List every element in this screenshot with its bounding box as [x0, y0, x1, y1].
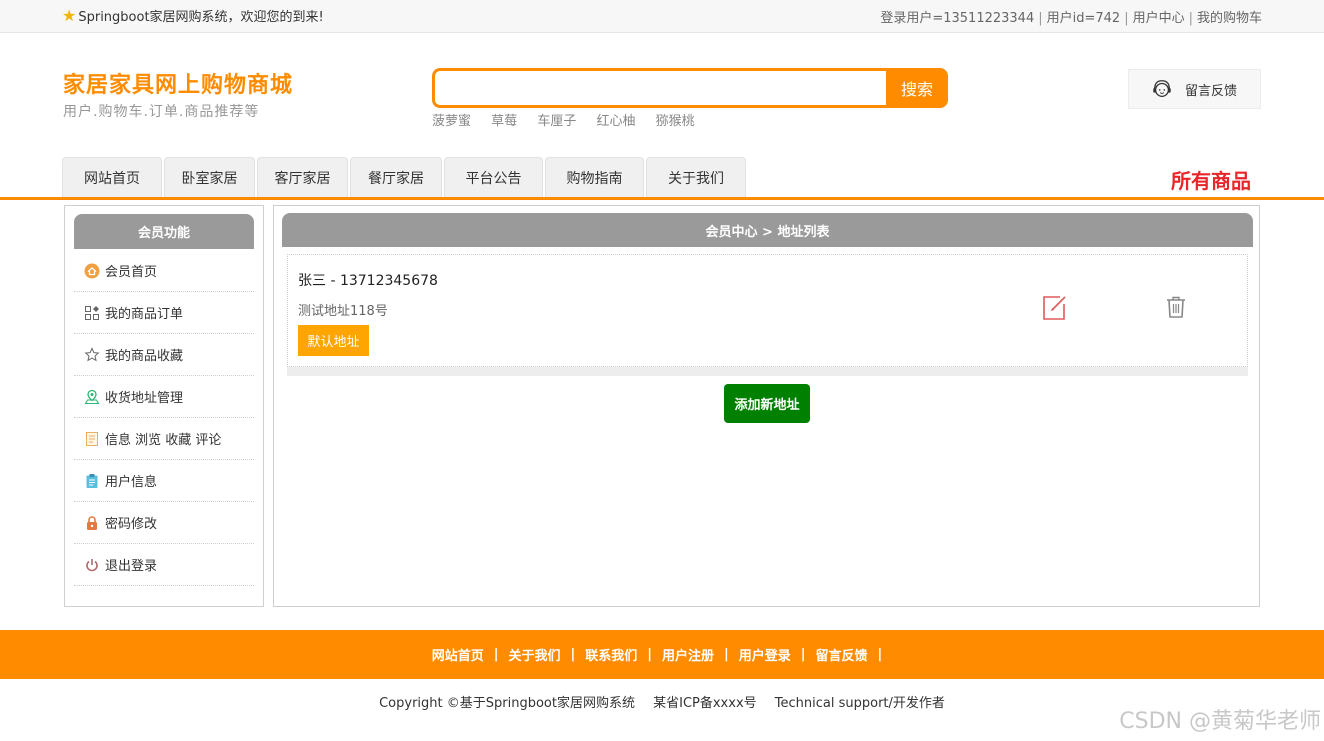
- location-icon: [84, 389, 100, 404]
- separator: |: [877, 647, 883, 662]
- site-subtitle: 用户.购物车.订单.商品推荐等: [63, 104, 260, 120]
- power-icon: [86, 558, 98, 571]
- separator: |: [647, 647, 652, 662]
- footer-link-home[interactable]: 网站首页: [432, 645, 484, 664]
- footer-link-feedback[interactable]: 留言反馈: [816, 645, 868, 664]
- footer-link-login[interactable]: 用户登录: [739, 645, 791, 664]
- hot-keywords: 菠萝蜜 草莓 车厘子 红心柚 猕猴桃: [432, 110, 711, 129]
- hot-keyword[interactable]: 车厘子: [537, 114, 576, 129]
- nav-announcements[interactable]: 平台公告: [444, 157, 543, 197]
- top-links: 登录用户=13511223344 | 用户id=742 | 用户中心 | 我的购物车: [880, 7, 1262, 26]
- search-button[interactable]: 搜索: [886, 68, 948, 108]
- customer-service-icon: [1153, 80, 1171, 97]
- hot-keyword[interactable]: 猕猴桃: [656, 114, 695, 129]
- sidebar-item-label: 收货地址管理: [105, 391, 184, 406]
- all-goods-link[interactable]: 所有商品: [1171, 165, 1251, 194]
- top-bar: ★ Springboot家居网购系统，欢迎您的到来! 登录用户=13511223…: [0, 0, 1324, 33]
- site-logo[interactable]: 家居家具网上购物商城 用户.购物车.订单.商品推荐等: [63, 67, 293, 121]
- home-icon: [84, 263, 100, 278]
- breadcrumb: 会员中心 > 地址列表: [282, 213, 1253, 247]
- login-user-link[interactable]: 登录用户=13511223344: [880, 11, 1034, 26]
- sidebar-item-label: 会员首页: [105, 265, 158, 280]
- address-panel: 会员中心 > 地址列表 张三 - 13712345678 测试地址118号 默认…: [273, 205, 1260, 607]
- footer-link-contact[interactable]: 联系我们: [585, 645, 637, 664]
- separator: |: [570, 647, 576, 662]
- clipboard-icon: [86, 473, 98, 488]
- orders-grid-icon: [85, 305, 99, 320]
- separator: |: [1038, 11, 1043, 26]
- separator: |: [1188, 11, 1193, 26]
- hot-keyword[interactable]: 草莓: [491, 114, 517, 129]
- feedback-button[interactable]: 留言反馈: [1128, 69, 1261, 109]
- sidebar-item-orders[interactable]: 我的商品订单: [74, 292, 254, 334]
- sidebar-item-label: 我的商品订单: [105, 307, 184, 322]
- document-icon: [86, 431, 98, 446]
- sidebar-item-label: 用户信息: [105, 475, 158, 490]
- site-title: 家居家具网上购物商城: [63, 73, 294, 98]
- default-address-badge: 默认地址: [298, 325, 369, 356]
- search-input[interactable]: [432, 68, 886, 108]
- star-icon: [84, 346, 100, 361]
- sidebar-item-user-info[interactable]: 用户信息: [74, 460, 254, 502]
- add-address-button[interactable]: 添加新地址: [724, 384, 810, 423]
- nav-living-room[interactable]: 客厅家居: [257, 157, 348, 197]
- nav-bedroom[interactable]: 卧室家居: [164, 157, 255, 197]
- nav-shopping-guide[interactable]: 购物指南: [545, 157, 644, 197]
- address-name-phone: 张三 - 13712345678: [298, 273, 438, 289]
- sidebar-item-favorites[interactable]: 我的商品收藏: [74, 334, 254, 376]
- sidebar-item-logout[interactable]: 退出登录: [74, 544, 254, 586]
- sidebar-item-label: 退出登录: [105, 559, 158, 574]
- star-icon: ★: [62, 6, 77, 25]
- icp-number: 某省ICP备xxxx号: [653, 696, 757, 711]
- footer-link-about[interactable]: 关于我们: [508, 645, 560, 664]
- user-id-link[interactable]: 用户id=742: [1047, 11, 1121, 26]
- member-sidebar: 会员功能 会员首页 我的商品订单 我的商品收藏 收货地址管理 信息 浏览 收藏 …: [64, 205, 264, 607]
- address-card: 张三 - 13712345678 测试地址118号 默认地址: [287, 254, 1248, 367]
- sidebar-item-label: 密码修改: [105, 517, 158, 532]
- nav-dining-room[interactable]: 餐厅家居: [350, 157, 442, 197]
- welcome-message: ★ Springboot家居网购系统，欢迎您的到来!: [62, 6, 324, 25]
- nav-home[interactable]: 网站首页: [62, 157, 162, 197]
- footer-links: 网站首页 | 关于我们 | 联系我们 | 用户注册 | 用户登录 | 留言反馈 |: [0, 630, 1324, 679]
- sidebar-item-address[interactable]: 收货地址管理: [74, 376, 254, 418]
- watermark: CSDN @黄菊华老师: [1119, 709, 1321, 734]
- hot-keyword[interactable]: 红心柚: [596, 114, 635, 129]
- sidebar-item-label: 信息 浏览 收藏 评论: [105, 433, 222, 448]
- main-nav: 网站首页 卧室家居 客厅家居 餐厅家居 平台公告 购物指南 关于我们: [62, 157, 748, 197]
- lock-icon: [87, 515, 97, 530]
- address-list: 张三 - 13712345678 测试地址118号 默认地址: [287, 254, 1248, 376]
- feedback-label: 留言反馈: [1185, 83, 1238, 99]
- copyright-text: Copyright ©基于Springboot家居网购系统: [379, 696, 635, 711]
- separator: |: [1124, 11, 1129, 26]
- tech-support: Technical support/开发作者: [774, 696, 945, 711]
- nav-about-us[interactable]: 关于我们: [646, 157, 746, 197]
- hot-keyword[interactable]: 菠萝蜜: [432, 114, 471, 129]
- separator: |: [724, 647, 729, 662]
- footer-link-register[interactable]: 用户注册: [662, 645, 714, 664]
- my-cart-link[interactable]: 我的购物车: [1197, 11, 1262, 26]
- separator: |: [800, 647, 806, 662]
- delete-icon[interactable]: [1165, 295, 1187, 319]
- sidebar-item-member-home[interactable]: 会员首页: [74, 250, 254, 292]
- edit-icon[interactable]: [1040, 294, 1068, 322]
- search-bar: 搜索: [432, 68, 948, 108]
- welcome-text: Springboot家居网购系统，欢迎您的到来!: [78, 10, 324, 25]
- sidebar-title: 会员功能: [74, 214, 254, 249]
- address-detail: 测试地址118号: [298, 304, 388, 319]
- user-center-link[interactable]: 用户中心: [1133, 11, 1185, 26]
- sidebar-item-password[interactable]: 密码修改: [74, 502, 254, 544]
- sidebar-item-activity[interactable]: 信息 浏览 收藏 评论: [74, 418, 254, 460]
- sidebar-item-label: 我的商品收藏: [105, 349, 184, 364]
- separator: |: [493, 647, 499, 662]
- nav-divider: [0, 197, 1324, 200]
